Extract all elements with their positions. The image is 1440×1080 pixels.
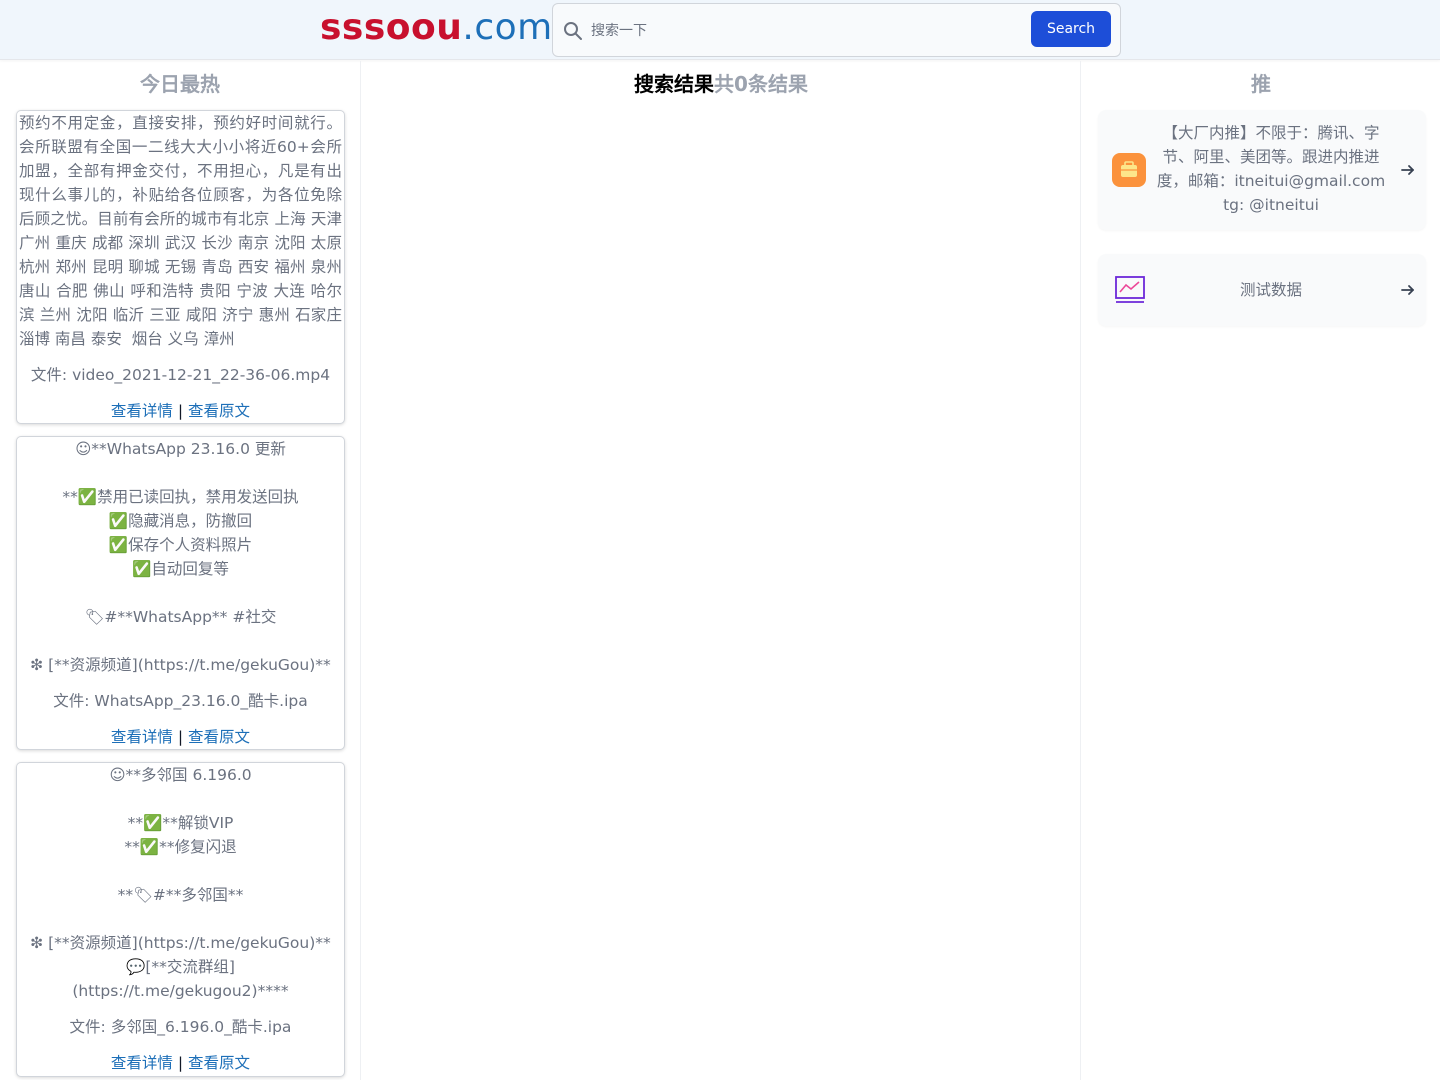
- results-label: 搜索结果: [634, 72, 715, 96]
- post-card: ☺**WhatsApp 23.16.0 更新 **✅禁用已读回执，禁用发送回执 …: [16, 436, 345, 750]
- arrow-right-icon: [1401, 285, 1414, 295]
- post-file: 文件: 多邻国_6.196.0_酷卡.ipa: [69, 1018, 292, 1036]
- header: sssoou.com Search: [0, 0, 1440, 60]
- post-text: ☺**多邻国 6.196.0 **✅**解锁VIP **✅**修复闪退 **🏷#…: [30, 766, 331, 1000]
- view-detail-link[interactable]: 查看详情: [111, 402, 173, 420]
- search-input[interactable]: [591, 16, 1021, 46]
- logo-part-2: .com: [462, 7, 553, 48]
- results-count: 共0条结果: [714, 72, 808, 96]
- search-button[interactable]: Search: [1031, 11, 1111, 47]
- link-separator: |: [177, 402, 184, 420]
- post-links: 查看详情 | 查看原文: [17, 1051, 344, 1075]
- briefcase-icon: [1112, 153, 1146, 187]
- promo-text: 【大厂内推】不限于：腾讯、字节、阿里、美团等。跟进内推进度，邮箱：itneitu…: [1156, 124, 1386, 214]
- recommend-title: 推: [1251, 72, 1271, 96]
- post-links: 查看详情 | 查看原文: [17, 725, 344, 749]
- post-file: 文件: video_2021-12-21_22-36-06.mp4: [30, 366, 331, 384]
- view-source-link[interactable]: 查看原文: [188, 1054, 250, 1072]
- post-card: 预约不用定金，直接安排，预约好时间就行。会所联盟有全国一二线大大小小将近60+会…: [16, 110, 345, 424]
- chart-icon: [1115, 276, 1145, 303]
- link-separator: |: [177, 1054, 184, 1072]
- hot-today-title: 今日最热: [140, 72, 220, 96]
- search-results-title: 搜索结果共0条结果: [362, 71, 1080, 97]
- view-source-link[interactable]: 查看原文: [188, 728, 250, 746]
- hot-today-column: 今日最热 预约不用定金，直接安排，预约好时间就行。会所联盟有全国一二线大大小小将…: [0, 61, 361, 1080]
- recommend-column: 推 【大厂内推】不限于：腾讯、字节、阿里、美团等。跟进内推进度，邮箱：itnei…: [1082, 61, 1440, 1080]
- view-detail-link[interactable]: 查看详情: [111, 728, 173, 746]
- post-card: ☺**多邻国 6.196.0 **✅**解锁VIP **✅**修复闪退 **🏷#…: [16, 762, 345, 1077]
- post-links: 查看详情 | 查看原文: [17, 399, 344, 423]
- promo-text: 测试数据: [1239, 281, 1302, 299]
- post-file: 文件: WhatsApp_23.16.0_酷卡.ipa: [53, 692, 308, 710]
- logo-part-1: sssoou: [320, 7, 463, 48]
- arrow-right-icon: [1401, 165, 1414, 175]
- promo-item-test-data[interactable]: 测试数据: [1098, 254, 1426, 326]
- view-detail-link[interactable]: 查看详情: [111, 1054, 173, 1072]
- site-logo[interactable]: sssoou.com: [320, 6, 553, 50]
- promo-item-referral[interactable]: 【大厂内推】不限于：腾讯、字节、阿里、美团等。跟进内推进度，邮箱：itneitu…: [1098, 110, 1426, 230]
- view-source-link[interactable]: 查看原文: [188, 402, 250, 420]
- search-results-column: 搜索结果共0条结果: [362, 61, 1081, 1080]
- post-text: 预约不用定金，直接安排，预约好时间就行。会所联盟有全国一二线大大小小将近60+会…: [19, 114, 342, 348]
- post-text: ☺**WhatsApp 23.16.0 更新 **✅禁用已读回执，禁用发送回执 …: [30, 440, 331, 674]
- link-separator: |: [177, 728, 184, 746]
- search-box: Search: [552, 3, 1121, 57]
- search-icon: [564, 22, 582, 40]
